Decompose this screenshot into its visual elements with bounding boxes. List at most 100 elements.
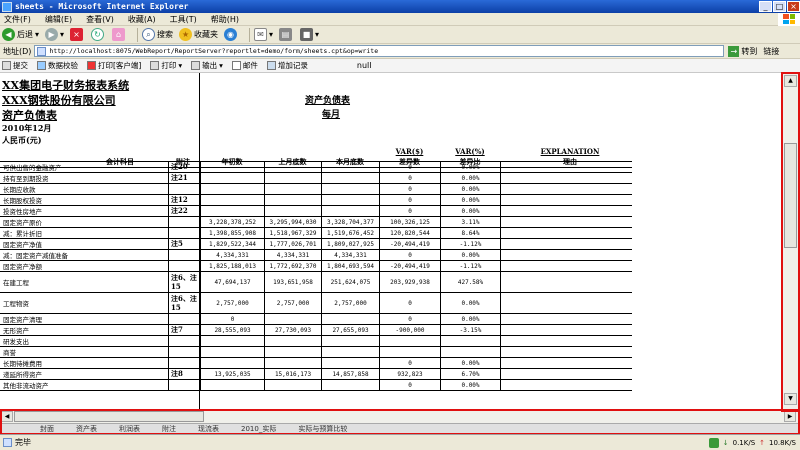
tab-notes[interactable]: 附注	[162, 424, 176, 434]
refresh-button[interactable]: ↻	[91, 28, 106, 41]
report-content[interactable]: XX集团电子财务报表系统 XXX钢铁股份有限公司 资产负债表 2010年12月 …	[0, 73, 781, 409]
cell-explanation[interactable]	[500, 250, 632, 260]
minimize-button[interactable]: _	[759, 1, 772, 12]
menu-favorites[interactable]: 收藏(A)	[128, 14, 156, 25]
back-button[interactable]: ◀ 后退 ▾	[2, 28, 39, 41]
print-client-button[interactable]: 打印[客户端]	[87, 60, 141, 71]
cell-explanation[interactable]	[500, 358, 632, 368]
maximize-button[interactable]: □	[773, 1, 786, 12]
cell-explanation[interactable]	[500, 325, 632, 335]
edit-dropdown-icon[interactable]: ▾	[315, 30, 319, 39]
favorites-label: 收藏夹	[194, 30, 219, 39]
null-text: null	[356, 61, 372, 70]
stop-button[interactable]: ×	[70, 28, 85, 41]
cell-this-month: 4,334,331	[321, 250, 379, 260]
media-button[interactable]: ◉	[224, 28, 239, 41]
cell-var-pct	[440, 347, 500, 357]
cell-explanation[interactable]	[500, 261, 632, 271]
export-dropdown-icon[interactable]: ▾	[219, 61, 223, 70]
cell-var-pct: 8.64%	[440, 228, 500, 238]
horizontal-scroll-thumb[interactable]	[14, 411, 204, 422]
edit-button[interactable]: ■ ▾	[300, 28, 319, 41]
forward-button[interactable]: ▶ ▾	[45, 28, 64, 41]
add-record-button[interactable]: 增加记录	[266, 60, 308, 71]
scroll-up-button[interactable]: ▲	[784, 75, 797, 87]
table-row: 减：累计折旧 1,398,855,908 1,518,967,329 1,519,67…	[0, 227, 632, 238]
tab-2010-actual[interactable]: 2010_实际	[241, 424, 276, 434]
mail-dropdown-icon[interactable]: ▾	[269, 30, 273, 39]
cell-item-name: 减：固定资产减值准备	[3, 252, 68, 260]
cell-note	[168, 217, 200, 227]
cell-var-usd: 120,820,544	[379, 228, 440, 238]
mail-button[interactable]: ✉ ▾	[254, 28, 273, 41]
cell-explanation[interactable]	[500, 293, 632, 313]
tab-cashflow[interactable]: 现流表	[198, 424, 219, 434]
export-button[interactable]: 输出 ▾	[191, 60, 223, 71]
menu-tools[interactable]: 工具(T)	[170, 14, 197, 25]
cell-explanation[interactable]	[500, 217, 632, 227]
cell-var-pct: 0.00%	[440, 173, 500, 183]
col-header-explanation-top: EXPLANATION	[540, 147, 600, 156]
email-label: 邮件	[242, 61, 258, 70]
scroll-down-button[interactable]: ▼	[784, 393, 797, 405]
cell-explanation[interactable]	[500, 184, 632, 194]
tab-assets[interactable]: 资产表	[76, 424, 97, 434]
printer-icon	[150, 61, 160, 70]
cell-last-month	[264, 206, 321, 216]
go-button[interactable]: → 转到	[728, 45, 757, 57]
print-toolbar-button[interactable]: ▤	[279, 28, 294, 41]
tab-cover[interactable]: 封面	[40, 424, 54, 434]
print-button[interactable]: 打印 ▾	[150, 60, 182, 71]
verify-button[interactable]: 数据校验	[37, 60, 78, 71]
vertical-scroll-thumb[interactable]	[784, 143, 797, 248]
cell-last-month: 2,757,000	[264, 293, 321, 313]
submit-button[interactable]: 提交	[2, 60, 28, 71]
tab-actual-vs-budget[interactable]: 实际与预算比较	[298, 424, 347, 434]
links-button[interactable]: 链接	[763, 46, 779, 57]
home-button[interactable]: ⌂	[112, 28, 127, 41]
cell-explanation[interactable]	[500, 173, 632, 183]
address-input[interactable]: http://localhost:8075/WebReport/ReportSe…	[34, 45, 725, 57]
cell-explanation[interactable]	[500, 195, 632, 205]
cell-item-name: 长期股权投资	[3, 197, 42, 205]
email-button[interactable]: 邮件	[231, 60, 258, 71]
vertical-scrollbar[interactable]: ▲ ▼	[781, 73, 798, 409]
forward-dropdown-icon[interactable]: ▾	[60, 30, 64, 39]
cell-explanation[interactable]	[500, 162, 632, 172]
search-icon: ⌕	[142, 28, 156, 41]
cell-explanation[interactable]	[500, 369, 632, 379]
close-button[interactable]: ×	[787, 1, 800, 12]
table-row: 长期应收款 0 0.00%	[0, 183, 632, 194]
page-icon	[37, 46, 47, 56]
cell-note: 注7	[168, 325, 200, 335]
cell-var-pct: 0.00%	[440, 195, 500, 205]
print-dropdown-icon[interactable]: ▾	[178, 61, 182, 70]
tab-profit[interactable]: 利润表	[119, 424, 140, 434]
favorites-button[interactable]: ★ 收藏夹	[179, 28, 218, 41]
cell-var-pct: 427.58%	[440, 272, 500, 292]
scroll-right-button[interactable]: ▶	[784, 411, 796, 422]
cell-var-usd	[379, 336, 440, 346]
cell-explanation[interactable]	[500, 336, 632, 346]
cell-var-usd: 0	[379, 314, 440, 324]
menu-view[interactable]: 查看(V)	[86, 14, 114, 25]
cell-item-name: 无形资产	[3, 327, 29, 335]
cell-explanation[interactable]	[500, 314, 632, 324]
cell-this-month: 2,757,000	[321, 293, 379, 313]
back-dropdown-icon[interactable]: ▾	[35, 30, 39, 39]
scroll-left-button[interactable]: ◀	[1, 411, 13, 422]
group-title: XX集团电子财务报表系统	[2, 79, 130, 92]
menu-help[interactable]: 帮助(H)	[211, 14, 239, 25]
cell-explanation[interactable]	[500, 347, 632, 357]
menu-file[interactable]: 文件(F)	[4, 14, 31, 25]
horizontal-scrollbar[interactable]: ◀ ▶	[0, 409, 798, 423]
report-subtitle: 每月	[322, 110, 341, 120]
menu-edit[interactable]: 编辑(E)	[45, 14, 72, 25]
cell-explanation[interactable]	[500, 272, 632, 292]
search-button[interactable]: ⌕ 搜索	[142, 28, 173, 41]
cell-explanation[interactable]	[500, 239, 632, 249]
cell-explanation[interactable]	[500, 380, 632, 390]
cell-explanation[interactable]	[500, 228, 632, 238]
cell-explanation[interactable]	[500, 206, 632, 216]
cell-begin: 4,334,331	[200, 250, 264, 260]
